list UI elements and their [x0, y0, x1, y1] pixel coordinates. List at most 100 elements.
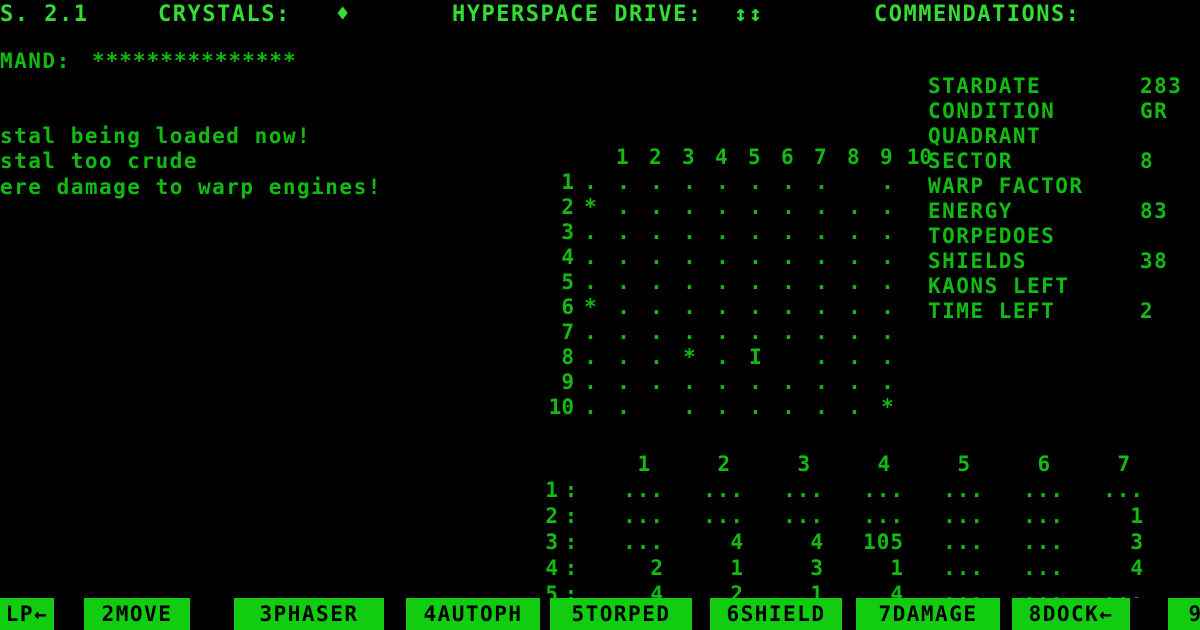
status-label: TIME LEFT — [928, 299, 1056, 323]
sector-map-cell: . — [584, 320, 597, 344]
galaxy-grid-cell: 4 — [730, 530, 744, 554]
sector-map-cell: . — [683, 220, 696, 244]
galaxy-grid-row-separator: : — [564, 504, 578, 528]
fkey-shield[interactable]: 6SHIELD — [710, 598, 842, 630]
sector-map-cell: . — [815, 220, 828, 244]
message-line-1: stal being loaded now! — [0, 124, 312, 148]
galaxy-grid-cell: ... — [863, 504, 904, 528]
sector-map-cell: . — [617, 220, 630, 244]
sector-map-cell: . — [848, 195, 861, 219]
sector-map-cell: . — [881, 295, 894, 319]
galaxy-grid-cell: ... — [863, 478, 904, 502]
sector-map-col-header: 7 — [814, 145, 827, 169]
sector-map-col-header: 5 — [748, 145, 761, 169]
galaxy-grid-cell: ... — [943, 478, 984, 502]
fkey-gap — [1130, 598, 1168, 630]
galaxy-grid-row-separator: : — [564, 556, 578, 580]
fkey-phaser[interactable]: 3PHASER — [234, 598, 384, 630]
fkey-torped[interactable]: 5TORPED — [550, 598, 692, 630]
status-value: 83 — [1140, 199, 1169, 223]
sector-map-cell: . — [749, 220, 762, 244]
galaxy-grid-cell: ... — [1023, 504, 1064, 528]
galaxy-grid-cell: ... — [623, 504, 664, 528]
sector-map-col-header: 3 — [682, 145, 695, 169]
sector-map-cell: . — [881, 245, 894, 269]
sector-map-cell: . — [716, 295, 729, 319]
sector-map-cell: . — [617, 270, 630, 294]
sector-map-row-label: 6 — [561, 295, 574, 319]
sector-map-cell: . — [881, 320, 894, 344]
sector-map-row-label: 3 — [561, 220, 574, 244]
header-commendations-label: COMMENDATIONS: — [874, 2, 1081, 27]
status-value: 8 — [1140, 149, 1155, 173]
fkey-autoph[interactable]: 4AUTOPH — [406, 598, 540, 630]
sector-map-row: 2 *......... — [530, 195, 936, 220]
sector-map-cell: . — [848, 220, 861, 244]
sector-map-cell: . — [749, 320, 762, 344]
galaxy-grid-cell: ... — [943, 556, 984, 580]
sector-map-cell: . — [782, 220, 795, 244]
galaxy-grid-row-label: 3 — [545, 530, 558, 554]
sector-map-col-header: 6 — [781, 145, 794, 169]
sector-map-cell: . — [881, 170, 894, 194]
sector-map-cell: . — [881, 270, 894, 294]
sector-map-cell: . — [716, 320, 729, 344]
sector-map-cell: . — [716, 270, 729, 294]
sector-map-cell: . — [617, 320, 630, 344]
galaxy-grid-row: 1:...................... — [528, 478, 1200, 504]
sector-map-cell: * — [584, 195, 597, 219]
galaxy-grid-cell: 4 — [810, 530, 824, 554]
sector-map-cell: . — [683, 245, 696, 269]
galaxy-grid-cell: ... — [623, 478, 664, 502]
sector-map-row-label: 7 — [561, 320, 574, 344]
fkey-dock[interactable]: 8DOCK← — [1012, 598, 1130, 630]
fkey-move[interactable]: 2MOVE — [84, 598, 190, 630]
header-hyperspace-value: ↕↕ — [734, 2, 764, 27]
sector-map-cell: . — [881, 220, 894, 244]
sector-map-col-header: 4 — [715, 145, 728, 169]
sector-map-cell: . — [749, 195, 762, 219]
galaxy-grid-cell: 2 — [650, 556, 664, 580]
galaxy-grid-cell: 1 — [1130, 504, 1144, 528]
sector-map-cell: . — [617, 170, 630, 194]
galaxy-grid-row-separator: : — [564, 478, 578, 502]
fkey-gap — [384, 598, 406, 630]
sector-map-cell — [838, 170, 871, 195]
status-row: ENERGY 83 — [928, 199, 1200, 224]
command-label: MAND: — [0, 49, 71, 73]
galaxy-grid-cell: ... — [1023, 530, 1064, 554]
fkey-planet[interactable]: 9PLANET — [1168, 598, 1200, 630]
status-row: KAONS LEFT — [928, 274, 1200, 299]
sector-map-cell: . — [815, 295, 828, 319]
galaxy-grid-cell: 3 — [810, 556, 824, 580]
sector-map-cell: . — [815, 270, 828, 294]
galaxy-grid-column-headers: 1 2 3 4 5 6 7 — [604, 452, 1164, 476]
status-row: SHIELDS 38 — [928, 249, 1200, 274]
status-label: KAONS LEFT — [928, 274, 1070, 298]
sector-map-cell: . — [650, 320, 663, 344]
sector-map-col-header: 8 — [847, 145, 860, 169]
fkey-gap — [692, 598, 710, 630]
sector-map-cell: * — [584, 295, 597, 319]
sector-map-cell: . — [650, 220, 663, 244]
sector-map-cell: . — [683, 270, 696, 294]
galaxy-grid-cell: ... — [943, 504, 984, 528]
galaxy-grid-col-header: 4 — [877, 452, 891, 476]
fkey-gap — [540, 598, 550, 630]
galaxy-grid-cell: ... — [783, 504, 824, 528]
sector-map-cell: . — [782, 295, 795, 319]
sector-map-cell: . — [815, 320, 828, 344]
sector-map-cell: . — [848, 320, 861, 344]
header-version: S. 2.1 — [0, 2, 89, 27]
sector-map-cell: . — [683, 320, 696, 344]
galaxy-grid-col-header: 2 — [717, 452, 731, 476]
fkey-gap — [1000, 598, 1012, 630]
fkey-help[interactable]: LP← — [0, 598, 54, 630]
sector-map-cell: . — [848, 245, 861, 269]
galaxy-grid-col-header: 3 — [797, 452, 811, 476]
galaxy-grid-cell: ... — [703, 504, 744, 528]
galaxy-grid: 1234567 1:......................2:......… — [528, 352, 1200, 630]
fkey-damage[interactable]: 7DAMAGE — [856, 598, 1000, 630]
sector-map-col-header: 2 — [649, 145, 662, 169]
sector-map-cell: . — [815, 170, 828, 194]
